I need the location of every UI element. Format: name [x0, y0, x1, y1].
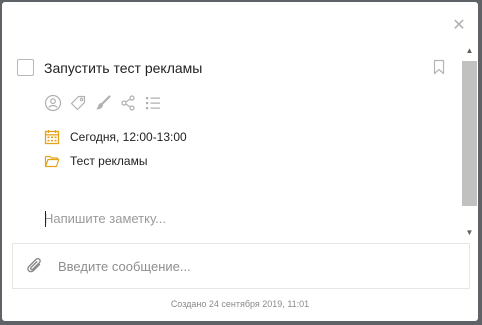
- message-input[interactable]: [58, 256, 458, 276]
- scroll-down-arrow-icon[interactable]: ▼: [461, 226, 478, 240]
- checklist-icon[interactable]: [144, 94, 162, 112]
- task-date: Сегодня, 12:00-13:00: [70, 130, 187, 144]
- note-input[interactable]: [44, 208, 414, 228]
- task-details-panel: Запустить тест рекламы Сегодня, 12:00-13…: [2, 44, 478, 240]
- scrollbar[interactable]: ▲ ▼: [461, 44, 478, 240]
- calendar-icon: [44, 130, 60, 145]
- text-cursor: [45, 211, 46, 227]
- task-checkbox[interactable]: [17, 59, 34, 76]
- folder-icon: [44, 155, 60, 168]
- close-icon[interactable]: ✕: [449, 16, 469, 36]
- user-icon[interactable]: [44, 94, 62, 112]
- bookmark-icon[interactable]: [433, 59, 445, 75]
- task-project: Тест рекламы: [70, 154, 148, 168]
- share-icon[interactable]: [119, 94, 137, 112]
- scroll-up-arrow-icon[interactable]: ▲: [461, 44, 478, 58]
- created-timestamp: Создано 24 сентября 2019, 11:01: [170, 299, 310, 309]
- task-title[interactable]: Запустить тест рекламы: [44, 59, 202, 77]
- tag-icon[interactable]: [69, 94, 87, 112]
- scrollbar-thumb[interactable]: [462, 61, 477, 206]
- task-dialog: ✕ Запустить тест рекламы Сегодня, 12:00-…: [2, 2, 478, 321]
- brush-icon[interactable]: [94, 94, 112, 112]
- message-composer: [12, 243, 470, 289]
- paperclip-icon[interactable]: [26, 256, 44, 276]
